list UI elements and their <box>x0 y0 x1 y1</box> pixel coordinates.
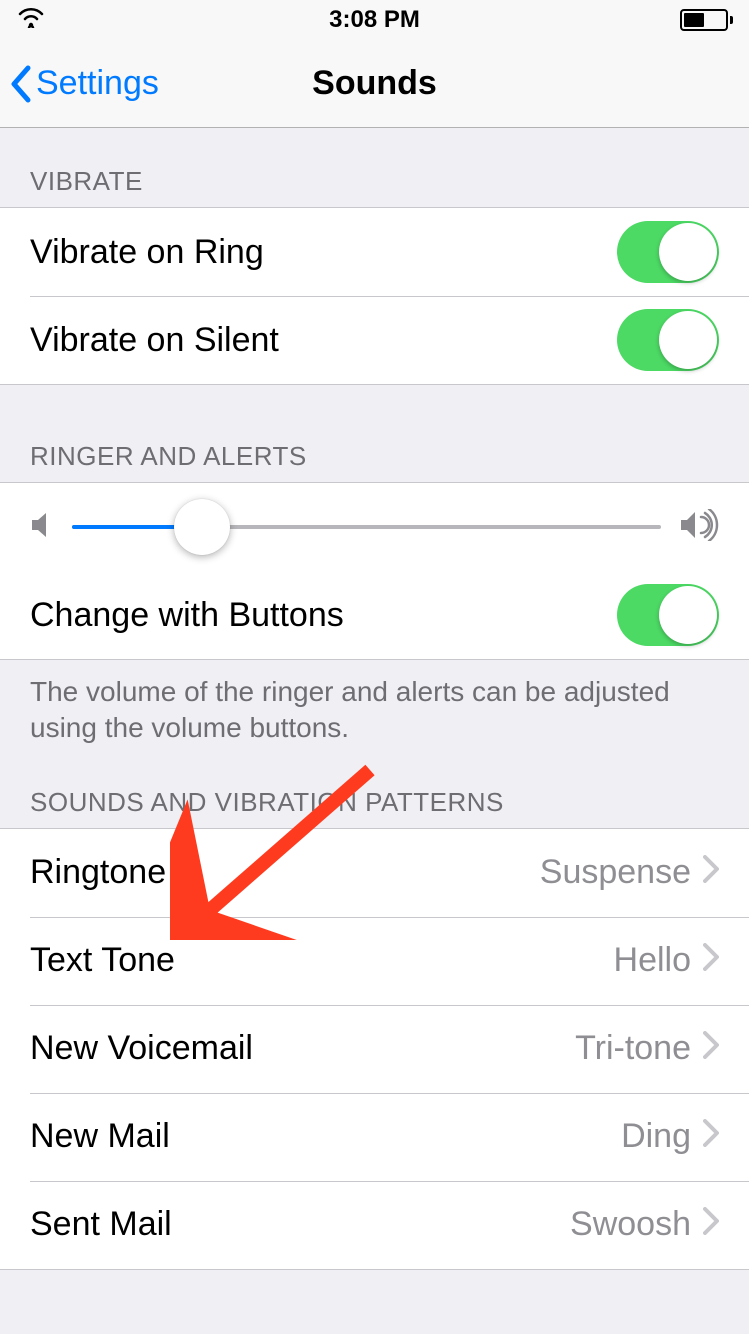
group-ringer: Change with Buttons <box>0 482 749 660</box>
chevron-right-icon <box>703 941 719 980</box>
row-label: Change with Buttons <box>30 596 617 635</box>
back-button[interactable]: Settings <box>0 64 159 104</box>
row-new-mail[interactable]: New Mail Ding <box>0 1093 749 1181</box>
volume-slider[interactable] <box>72 525 661 529</box>
row-label: Vibrate on Silent <box>30 321 617 360</box>
row-label: Vibrate on Ring <box>30 233 617 272</box>
nav-bar: Settings Sounds <box>0 40 749 128</box>
page-title: Sounds <box>312 64 437 103</box>
row-label: New Mail <box>30 1117 621 1156</box>
section-header-patterns: SOUNDS AND VIBRATION PATTERNS <box>0 757 749 828</box>
back-label: Settings <box>36 64 159 103</box>
row-value: Hello <box>614 941 691 980</box>
battery-icon <box>680 9 733 31</box>
row-value: Tri-tone <box>575 1029 691 1068</box>
battery-level <box>684 13 704 27</box>
group-vibrate: Vibrate on Ring Vibrate on Silent <box>0 207 749 385</box>
row-value: Ding <box>621 1117 691 1156</box>
row-sent-mail[interactable]: Sent Mail Swoosh <box>0 1181 749 1269</box>
chevron-left-icon <box>8 64 34 104</box>
row-change-with-buttons[interactable]: Change with Buttons <box>0 571 749 659</box>
status-bar: 3:08 PM <box>0 0 749 40</box>
row-value: Suspense <box>540 853 691 892</box>
row-vibrate-on-ring[interactable]: Vibrate on Ring <box>0 208 749 296</box>
row-ringtone[interactable]: Ringtone Suspense <box>0 829 749 917</box>
chevron-right-icon <box>703 853 719 892</box>
status-time: 3:08 PM <box>329 6 420 34</box>
chevron-right-icon <box>703 1205 719 1244</box>
section-header-vibrate: VIBRATE <box>0 128 749 207</box>
group-patterns: Ringtone Suspense Text Tone Hello New Vo… <box>0 828 749 1270</box>
speaker-high-icon <box>679 509 719 546</box>
section-header-ringer: RINGER AND ALERTS <box>0 385 749 482</box>
row-value: Swoosh <box>570 1205 691 1244</box>
wifi-icon <box>16 6 46 35</box>
chevron-right-icon <box>703 1029 719 1068</box>
row-label: New Voicemail <box>30 1029 575 1068</box>
toggle-vibrate-on-ring[interactable] <box>617 221 719 283</box>
toggle-vibrate-on-silent[interactable] <box>617 309 719 371</box>
row-volume-slider[interactable] <box>0 483 749 571</box>
row-text-tone[interactable]: Text Tone Hello <box>0 917 749 1005</box>
chevron-right-icon <box>703 1117 719 1156</box>
speaker-low-icon <box>30 511 54 544</box>
toggle-change-with-buttons[interactable] <box>617 584 719 646</box>
row-vibrate-on-silent[interactable]: Vibrate on Silent <box>0 296 749 384</box>
row-new-voicemail[interactable]: New Voicemail Tri-tone <box>0 1005 749 1093</box>
section-footer-ringer: The volume of the ringer and alerts can … <box>0 660 749 757</box>
row-label: Text Tone <box>30 941 614 980</box>
row-label: Sent Mail <box>30 1205 570 1244</box>
slider-thumb[interactable] <box>174 499 230 555</box>
row-label: Ringtone <box>30 853 540 892</box>
